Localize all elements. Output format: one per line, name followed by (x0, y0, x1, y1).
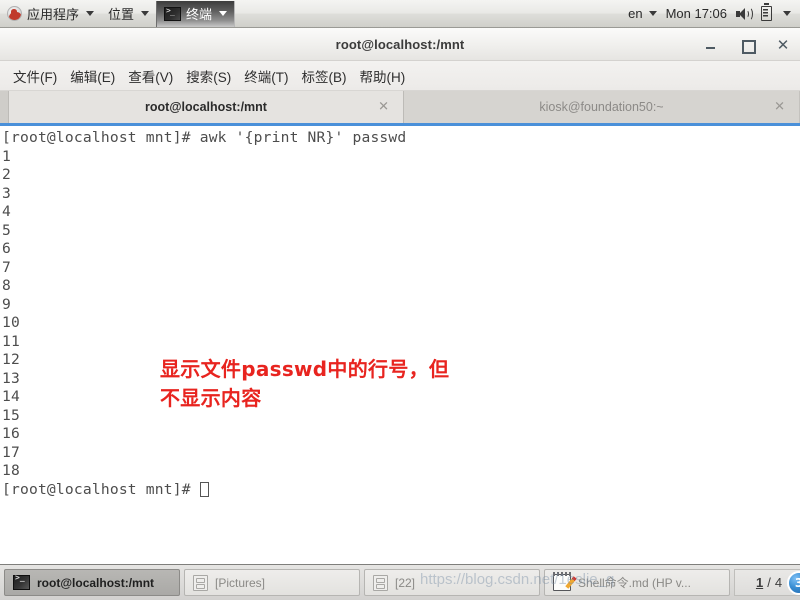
top-panel: 应用程序 位置 终端 en Mon 17:06 (0, 0, 800, 28)
close-button[interactable]: ✕ (776, 37, 790, 52)
menu-file[interactable]: 文件(F) (8, 63, 62, 89)
annotation-overlay: 显示文件passwd中的行号，但 不显示内容 (160, 355, 580, 413)
clock-label: Mon 17:06 (665, 6, 727, 21)
shell-prompt: [root@localhost mnt]# (2, 129, 200, 146)
taskbar-item-label: [Pictures] (215, 575, 266, 590)
text-editor-icon (553, 572, 571, 591)
tab-label: kiosk@foundation50:~ (539, 100, 664, 114)
tab-kiosk-foundation50[interactable]: kiosk@foundation50:~ ✕ (404, 91, 800, 123)
clock[interactable]: Mon 17:06 (666, 6, 727, 21)
workspace-current: 1 (755, 575, 764, 590)
output-line: 16 (2, 425, 20, 442)
shell-command: awk '{print NR}' passwd (199, 129, 407, 146)
output-line: 6 (2, 240, 11, 257)
terminal-icon (13, 573, 30, 590)
taskbar-item-label: root@localhost:/mnt (37, 575, 155, 590)
output-line: 11 (2, 332, 20, 350)
menu-view[interactable]: 查看(V) (123, 63, 178, 89)
terminal-window-menu-label: 终端 (186, 7, 213, 22)
system-menu-chevron-down-icon[interactable] (783, 11, 791, 16)
chevron-down-icon (141, 11, 150, 16)
close-icon[interactable]: ✕ (774, 100, 785, 115)
terminal-output-area[interactable]: [root@localhost mnt]# awk '{print NR}' p… (0, 126, 800, 564)
panel-status-area: en Mon 17:06 (628, 3, 800, 21)
taskbar-item-label: [22] (395, 575, 416, 590)
output-line: 10 (2, 314, 20, 331)
menu-edit[interactable]: 编辑(E) (65, 63, 120, 89)
places-menu[interactable]: 位置 (101, 1, 156, 27)
taskbar: root@localhost:/mnt [Pictures] [22] Shel… (0, 564, 800, 600)
output-line: 9 (2, 295, 11, 313)
taskbar-item-terminal[interactable]: root@localhost:/mnt (4, 569, 180, 596)
speaker-wave-2 (745, 6, 753, 21)
battery-icon[interactable] (761, 3, 772, 21)
page-title: root@localhost:/mnt (335, 36, 465, 52)
taskbar-item-label: Shell命令.md (HP v... (578, 576, 691, 590)
applications-menu-label: 应用程序 (27, 7, 80, 22)
desktop-screen: 应用程序 位置 终端 en Mon 17:06 (0, 0, 800, 600)
chevron-down-icon (219, 11, 228, 16)
menubar: 文件(F) 编辑(E) 查看(V) 搜索(S) 终端(T) 标签(B) 帮助(H… (0, 61, 800, 91)
shell-prompt: [root@localhost mnt]# (2, 480, 200, 498)
terminal-window-menu[interactable]: 终端 (156, 0, 236, 27)
applications-menu[interactable]: 应用程序 (0, 1, 101, 27)
output-line: 17 (2, 443, 20, 461)
taskbar-item-pictures[interactable]: [Pictures] (184, 569, 360, 596)
menu-tabs[interactable]: 标签(B) (297, 63, 352, 89)
notification-badge: 3 (787, 571, 800, 595)
redhat-logo-icon (7, 6, 22, 21)
output-line: 3 (2, 184, 11, 202)
output-line: 18 (2, 462, 20, 479)
window-titlebar[interactable]: root@localhost:/mnt ✕ (0, 28, 800, 61)
workspace-total: 4 (774, 575, 783, 590)
chevron-down-icon (648, 11, 657, 16)
workspace-separator: / (767, 575, 771, 590)
output-line: 7 (2, 258, 11, 276)
annotation-line-2: 不显示内容 (160, 386, 262, 410)
text-cursor (199, 481, 209, 497)
terminal-window: root@localhost:/mnt ✕ 文件(F) 编辑(E) 查看(V) … (0, 28, 800, 564)
terminal-command-line: [root@localhost mnt]# awk '{print NR}' p… (2, 129, 800, 148)
chevron-down-icon (86, 11, 95, 16)
maximize-button[interactable] (740, 38, 756, 54)
places-menu-label: 位置 (108, 7, 135, 22)
menu-search[interactable]: 搜索(S) (181, 63, 236, 89)
terminal-icon (164, 6, 182, 21)
menu-terminal[interactable]: 终端(T) (239, 63, 293, 89)
output-line: 1 (2, 147, 11, 165)
output-line: 5 (2, 221, 11, 239)
tab-bar: root@localhost:/mnt ✕ kiosk@foundation50… (0, 91, 800, 126)
output-line: 4 (2, 203, 11, 220)
file-manager-icon (373, 574, 388, 591)
output-line: 2 (2, 166, 11, 183)
tab-root-localhost-mnt[interactable]: root@localhost:/mnt ✕ (8, 91, 404, 123)
taskbar-item-shell-md[interactable]: Shell命令.md (HP v... (544, 569, 730, 596)
keyboard-layout-indicator[interactable]: en (628, 6, 657, 21)
window-controls: ✕ (704, 28, 790, 61)
file-manager-icon (193, 574, 208, 591)
keyboard-layout-label: en (628, 6, 643, 21)
volume-icon[interactable] (736, 6, 753, 21)
terminal-active-prompt-line: [root@localhost mnt]# (2, 481, 800, 500)
workspace-switcher[interactable]: 1 / 4 3 (734, 569, 800, 596)
minimize-button[interactable] (704, 38, 718, 52)
output-line: 8 (2, 277, 11, 294)
annotation-line-1: 显示文件passwd中的行号，但 (160, 357, 450, 381)
taskbar-item-22[interactable]: [22] (364, 569, 540, 596)
tab-label: root@localhost:/mnt (145, 100, 267, 114)
menu-help[interactable]: 帮助(H) (355, 63, 411, 89)
close-icon[interactable]: ✕ (378, 100, 389, 115)
